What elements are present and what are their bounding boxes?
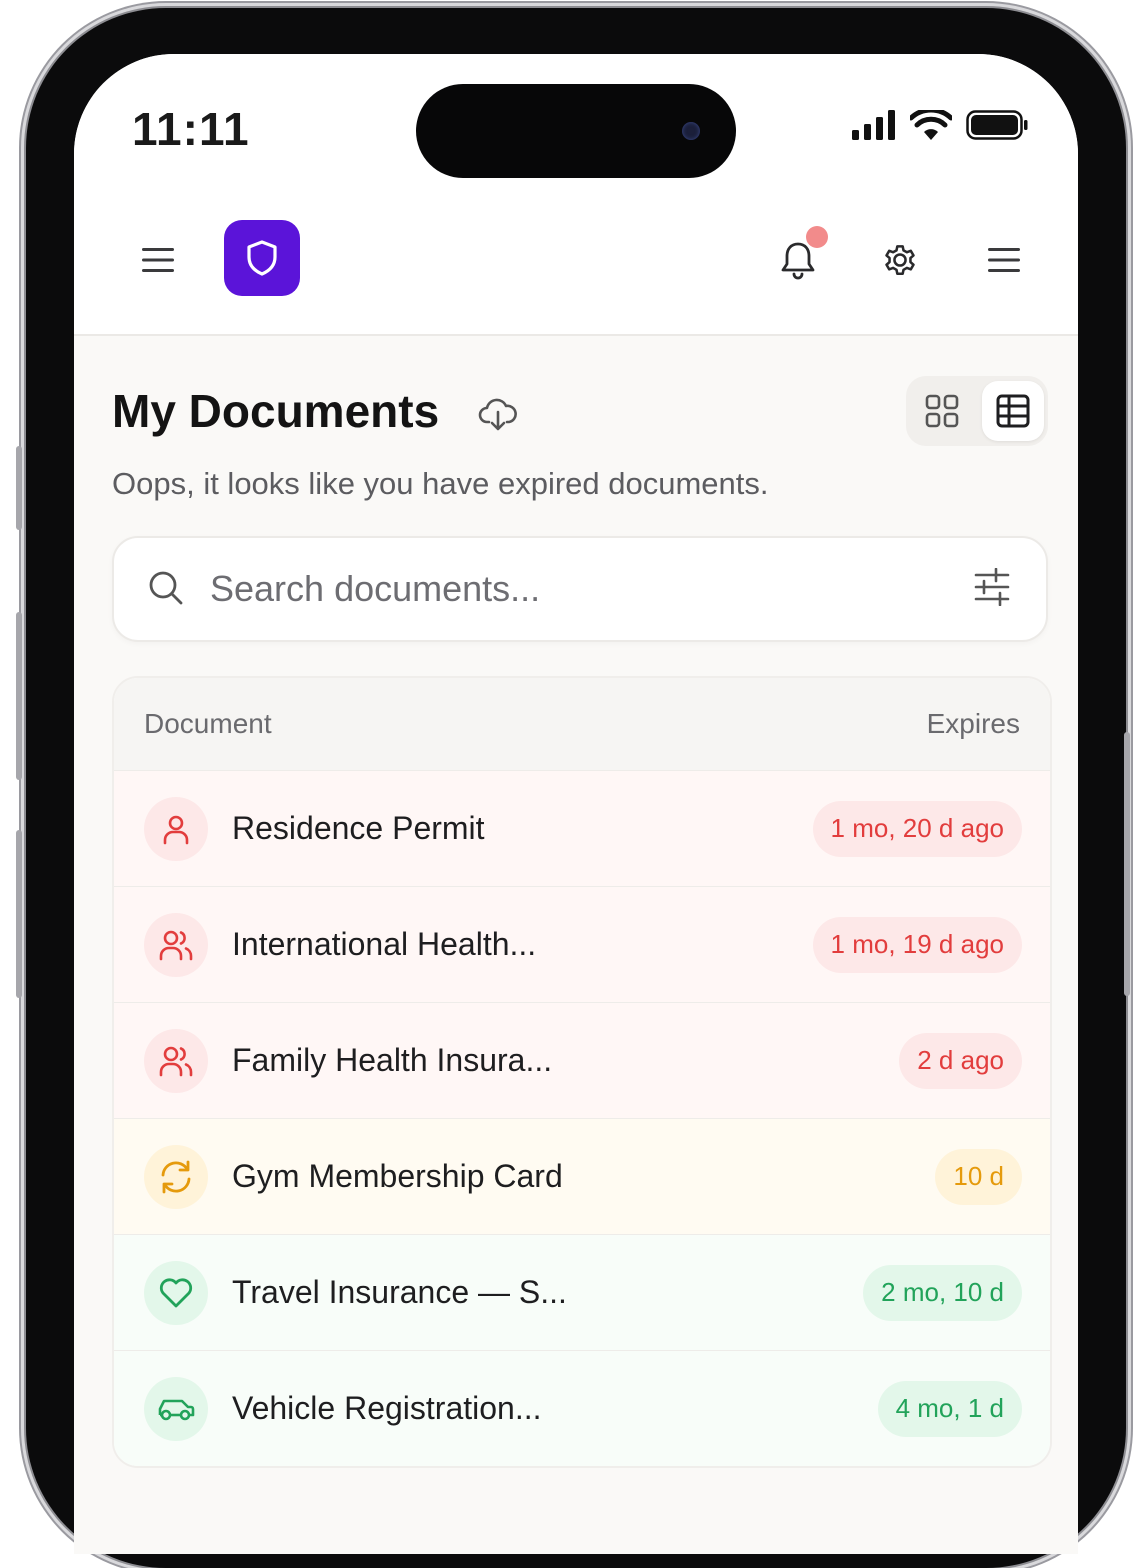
status-icons [852, 110, 1028, 140]
app-logo[interactable] [224, 220, 300, 296]
expiry-badge: 1 mo, 20 d ago [812, 800, 1022, 857]
expiry-badge: 1 mo, 19 d ago [812, 916, 1022, 973]
menu-button[interactable] [134, 236, 182, 284]
refresh-icon [144, 1144, 208, 1209]
table-body: Residence Permit 1 mo, 20 d ago Internatio… [114, 770, 1050, 1466]
users-icon [144, 1028, 208, 1093]
cloud-sync-button[interactable] [478, 396, 518, 437]
phone-screen: 11:11 My Documents Oops, it looks like y… [74, 54, 1078, 1554]
user-icon [144, 796, 208, 861]
notification-badge [806, 226, 828, 248]
document-name: Travel Insurance — S... [232, 1274, 567, 1310]
phone-side-button [16, 612, 22, 780]
filter-button[interactable] [974, 567, 1010, 611]
more-menu-button[interactable] [980, 236, 1028, 284]
status-bar: 11:11 [74, 54, 1078, 204]
battery-icon [966, 110, 1028, 140]
page-subtitle: Oops, it looks like you have expired doc… [112, 466, 769, 501]
gear-icon [885, 245, 915, 276]
document-name: Gym Membership Card [232, 1158, 563, 1194]
table-row[interactable]: Travel Insurance — S... 2 mo, 10 d [114, 1234, 1050, 1350]
page-title: My Documents [112, 385, 440, 437]
status-time: 11:11 [132, 103, 250, 155]
column-header-expires[interactable]: Expires [927, 708, 1020, 740]
dynamic-island [416, 84, 736, 178]
document-name: Family Health Insura... [232, 1042, 553, 1078]
users-icon [144, 912, 208, 977]
expiry-badge: 2 d ago [899, 1032, 1022, 1089]
document-name: International Health... [232, 926, 537, 962]
settings-button[interactable] [876, 236, 924, 284]
grid-icon [925, 394, 958, 428]
document-name: Residence Permit [232, 810, 485, 846]
search-input[interactable] [208, 558, 932, 620]
column-header-document[interactable]: Document [144, 708, 272, 740]
notifications-button[interactable] [774, 226, 828, 286]
table-row[interactable]: Residence Permit 1 mo, 20 d ago [114, 770, 1050, 886]
table-row[interactable]: Vehicle Registration... 4 mo, 1 d [114, 1350, 1050, 1466]
app-header [74, 204, 1078, 336]
table-row[interactable]: Gym Membership Card 10 d [114, 1118, 1050, 1234]
phone-side-button [1124, 732, 1130, 996]
search-icon [149, 571, 183, 605]
phone-side-button [16, 446, 22, 530]
cellular-signal-icon [852, 110, 895, 140]
table-row[interactable]: Family Health Insura... 2 d ago [114, 1002, 1050, 1118]
shield-icon [247, 240, 277, 276]
wifi-icon [910, 110, 952, 140]
menu-icon [142, 248, 174, 272]
heart-icon [144, 1260, 208, 1325]
search-bar [112, 536, 1048, 642]
grid-view-button[interactable] [911, 381, 973, 441]
table-icon [996, 394, 1029, 428]
expiry-badge: 10 d [935, 1148, 1022, 1205]
menu-icon [988, 248, 1020, 272]
car-icon [144, 1376, 208, 1441]
documents-table: Document Expires Residence Permit 1 mo, 2… [112, 676, 1052, 1468]
table-row[interactable]: International Health... 1 mo, 19 d ago [114, 886, 1050, 1002]
expiry-badge: 2 mo, 10 d [863, 1264, 1022, 1321]
expiry-badge: 4 mo, 1 d [877, 1380, 1022, 1437]
phone-side-button [16, 830, 22, 998]
table-view-button[interactable] [981, 381, 1044, 441]
table-header: Document Expires [114, 678, 1050, 770]
cloud-download-icon [478, 398, 517, 431]
camera-icon [682, 122, 700, 140]
view-mode-toggle [906, 376, 1048, 446]
document-name: Vehicle Registration... [232, 1390, 542, 1426]
sliders-icon [974, 567, 1010, 607]
